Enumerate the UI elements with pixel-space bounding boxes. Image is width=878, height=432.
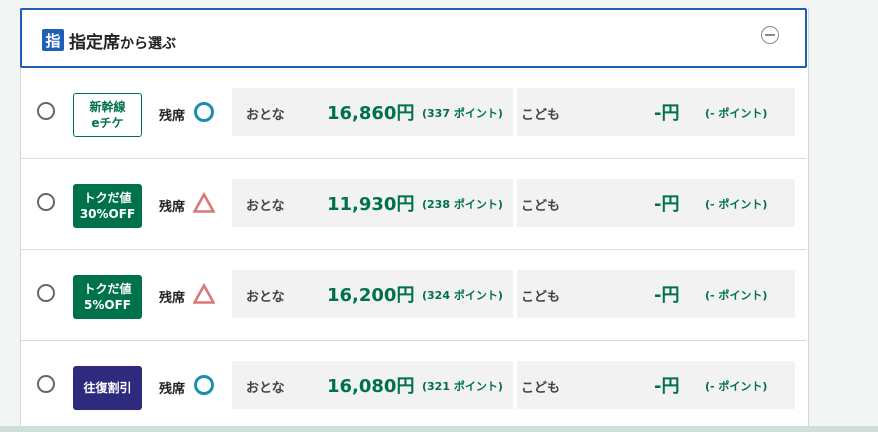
adult-fare-box: おとな 16,200円 (324 ポイント) <box>232 270 513 318</box>
child-price: -円 <box>654 376 680 397</box>
adult-label: おとな <box>246 290 285 305</box>
fare-radio-button[interactable] <box>37 193 55 211</box>
availability-label: 残席 <box>159 200 186 215</box>
availability-label: 残席 <box>159 291 186 306</box>
child-fare-box: こども -円 (- ポイント) <box>517 179 795 227</box>
child-price: -円 <box>654 194 680 215</box>
section-title: 指定席から選ぶ <box>69 28 176 53</box>
collapse-minus-icon[interactable] <box>761 26 779 44</box>
adult-price: 16,200円 <box>327 285 415 306</box>
adult-fare-box: おとな 16,860円 (337 ポイント) <box>232 88 513 136</box>
availability-label: 残席 <box>159 382 186 397</box>
fare-option-row[interactable]: トクだ値 30%OFF 残席 おとな 11,930円 (238 ポイント) こど… <box>21 159 806 250</box>
badge-line1: 往復割引 <box>83 381 132 395</box>
fare-type-badge: トクだ値 30%OFF <box>73 184 142 228</box>
badge-line1: トクだ値 <box>83 282 132 296</box>
availability-triangle-icon <box>193 283 215 304</box>
child-points: (- ポイント) <box>705 198 768 211</box>
section-title-main: 指定席 <box>69 33 120 53</box>
fare-option-row[interactable]: トクだ値 5%OFF 残席 おとな 16,200円 (324 ポイント) こども… <box>21 250 806 341</box>
badge-line2: eチケ <box>91 116 124 130</box>
reserved-seat-icon: 指 <box>42 29 64 51</box>
child-label: こども <box>521 108 561 123</box>
adult-price: 16,080円 <box>327 376 415 397</box>
child-fare-box: こども -円 (- ポイント) <box>517 361 795 409</box>
adult-fare-box: おとな 16,080円 (321 ポイント) <box>232 361 513 409</box>
child-label: こども <box>521 199 561 214</box>
badge-line1: 新幹線 <box>89 100 126 114</box>
badge-line2: 30%OFF <box>79 207 136 221</box>
reserved-seat-section-header[interactable]: 指 指定席から選ぶ <box>20 8 807 68</box>
child-price: -円 <box>654 285 680 306</box>
availability-circle-icon <box>194 102 214 122</box>
adult-price: 16,860円 <box>327 103 415 124</box>
adult-points: (238 ポイント) <box>422 198 503 211</box>
child-label: こども <box>521 290 561 305</box>
adult-points: (324 ポイント) <box>422 289 503 302</box>
fare-radio-button[interactable] <box>37 284 55 302</box>
fare-radio-button[interactable] <box>37 102 55 120</box>
child-label: こども <box>521 381 561 396</box>
child-fare-box: こども -円 (- ポイント) <box>517 270 795 318</box>
availability-circle-icon <box>194 375 214 395</box>
adult-points: (321 ポイント) <box>422 380 503 393</box>
fare-option-row[interactable]: 新幹線 eチケ 残席 おとな 16,860円 (337 ポイント) こども -円… <box>21 68 806 159</box>
child-points: (- ポイント) <box>705 289 768 302</box>
fare-option-row[interactable]: 往復割引 残席 おとな 16,080円 (321 ポイント) こども -円 (-… <box>21 341 806 432</box>
child-points: (- ポイント) <box>705 380 768 393</box>
fare-type-badge: トクだ値 5%OFF <box>73 275 142 319</box>
page-bottom-strip <box>0 426 878 432</box>
adult-label: おとな <box>246 381 285 396</box>
fare-type-badge: 新幹線 eチケ <box>73 93 142 137</box>
fare-type-badge: 往復割引 <box>73 366 142 410</box>
badge-line2: 5%OFF <box>84 298 131 312</box>
adult-label: おとな <box>246 108 285 123</box>
child-points: (- ポイント) <box>705 107 768 120</box>
section-title-sub: から選ぶ <box>120 36 176 52</box>
adult-points: (337 ポイント) <box>422 107 503 120</box>
fare-radio-button[interactable] <box>37 375 55 393</box>
child-fare-box: こども -円 (- ポイント) <box>517 88 795 136</box>
availability-triangle-icon <box>193 192 215 213</box>
adult-price: 11,930円 <box>327 194 415 215</box>
adult-fare-box: おとな 11,930円 (238 ポイント) <box>232 179 513 227</box>
child-price: -円 <box>654 103 680 124</box>
adult-label: おとな <box>246 199 285 214</box>
badge-line1: トクだ値 <box>83 191 132 205</box>
availability-label: 残席 <box>159 109 186 124</box>
